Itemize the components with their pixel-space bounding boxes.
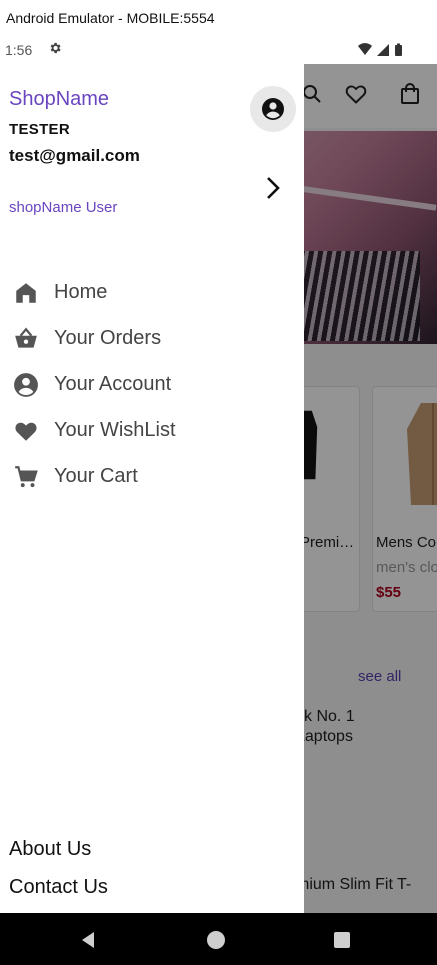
about-us-link[interactable]: About Us: [9, 838, 91, 861]
window-titlebar: Android Emulator - MOBILE:5554: [0, 0, 437, 36]
basket-icon: [15, 327, 37, 348]
window-title: Android Emulator - MOBILE:5554: [6, 10, 215, 26]
back-icon[interactable]: [78, 930, 98, 950]
battery-icon: [395, 45, 402, 56]
home-icon: [16, 283, 36, 303]
shop-name: ShopName: [9, 88, 110, 110]
recent-apps-button[interactable]: [334, 932, 350, 948]
system-navigation-bar: [0, 913, 437, 965]
menu-item-your-wishlist[interactable]: Your WishList: [0, 408, 304, 452]
profile-expand-button[interactable]: [258, 173, 288, 203]
menu-item-label: Home: [54, 281, 108, 303]
status-bar: 1:56: [0, 36, 437, 64]
user-role: shopName User: [9, 199, 118, 216]
account-icon: [14, 373, 38, 397]
menu-item-label: Your Orders: [54, 327, 162, 349]
cart-icon: [15, 466, 38, 488]
account-avatar-button[interactable]: [250, 86, 296, 132]
heart-icon: [15, 422, 37, 441]
device-screen: Premi… Mens Co men's clo $55 see all ck …: [0, 36, 437, 913]
menu-item-your-orders[interactable]: Your Orders: [0, 316, 304, 360]
account-circle-icon: [262, 98, 284, 120]
status-icons: [358, 43, 402, 56]
status-time: 1:56: [5, 42, 33, 58]
menu-item-your-account[interactable]: Your Account: [0, 362, 304, 406]
contact-us-link[interactable]: Contact Us: [9, 876, 108, 899]
home-button[interactable]: [207, 931, 225, 949]
wifi-icon: [358, 43, 372, 55]
user-email: test@gmail.com: [9, 146, 140, 165]
user-name: TESTER: [9, 121, 70, 138]
chevron-right-icon: [267, 177, 280, 199]
menu-item-label: Your WishList: [54, 419, 176, 441]
navigation-drawer: ShopName TESTER test@gmail.com shopName …: [0, 64, 304, 913]
menu-item-home[interactable]: Home: [0, 270, 304, 314]
menu-item-label: Your Account: [54, 373, 172, 395]
menu-item-label: Your Cart: [54, 465, 138, 487]
signal-icon: [377, 44, 389, 56]
menu-item-your-cart[interactable]: Your Cart: [0, 454, 304, 498]
gear-icon: [50, 42, 61, 54]
